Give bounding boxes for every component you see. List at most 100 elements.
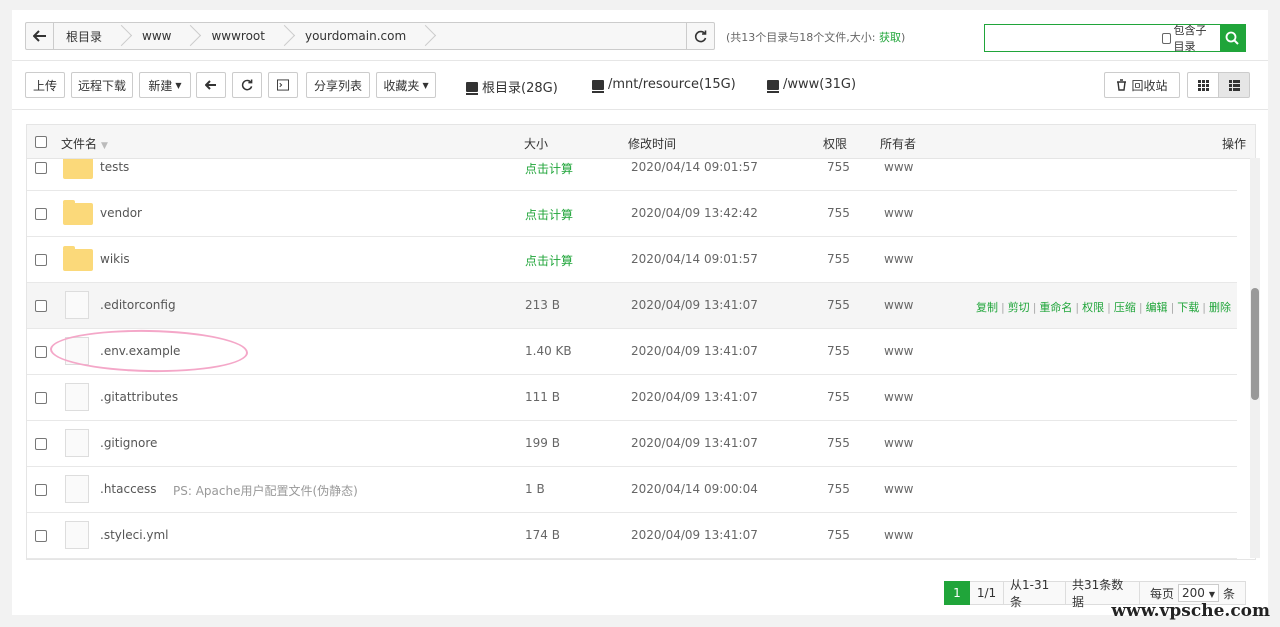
file-name[interactable]: vendor xyxy=(100,206,142,220)
page-current[interactable]: 1 xyxy=(944,581,970,605)
op-cut[interactable]: 剪切 xyxy=(1008,301,1030,314)
table-row[interactable]: vendor 点击计算 2020/04/09 13:42:42 755 www xyxy=(27,191,1237,237)
row-checkbox[interactable] xyxy=(35,346,47,358)
address-fill[interactable] xyxy=(434,23,686,49)
file-perm[interactable]: 755 xyxy=(827,298,850,312)
back-arrow-icon xyxy=(205,80,216,90)
op-separator: | xyxy=(1032,301,1037,314)
op-download[interactable]: 下载 xyxy=(1177,301,1199,314)
summary-text: (共13个目录与18个文件,大小: xyxy=(726,31,876,44)
row-checkbox[interactable] xyxy=(35,438,47,450)
grid-view-button[interactable] xyxy=(1187,72,1219,98)
share-list-button[interactable]: 分享列表 xyxy=(306,72,370,98)
file-perm[interactable]: 755 xyxy=(827,344,850,358)
include-subdir-option[interactable]: 包含子目录 xyxy=(1162,24,1220,53)
table-row[interactable]: tests 点击计算 2020/04/14 09:01:57 755 www xyxy=(27,159,1237,191)
directory-summary: (共13个目录与18个文件,大小: 获取) xyxy=(726,29,905,45)
terminal-icon xyxy=(277,79,289,91)
search-button[interactable] xyxy=(1219,25,1245,51)
table-row[interactable]: .gitignore 199 B 2020/04/09 13:41:07 755… xyxy=(27,421,1237,467)
get-size-link[interactable]: 获取 xyxy=(879,31,901,44)
address-bar[interactable]: 根目录 www wwwroot yourdomain.com xyxy=(25,22,715,50)
recycle-bin-label: 回收站 xyxy=(1131,78,1168,93)
file-mtime: 2020/04/14 09:01:57 xyxy=(631,252,758,266)
table-row[interactable]: .htaccess PS: Apache用户配置文件(伪静态) 1 B 2020… xyxy=(27,467,1237,513)
row-checkbox[interactable] xyxy=(35,392,47,404)
refresh-button[interactable] xyxy=(232,72,262,98)
file-owner: www xyxy=(884,344,914,358)
file-mtime: 2020/04/09 13:41:07 xyxy=(631,390,758,404)
file-perm[interactable]: 755 xyxy=(827,252,850,266)
table-row[interactable]: .editorconfig 213 B 2020/04/09 13:41:07 … xyxy=(27,283,1237,329)
header-name[interactable]: 文件名 ▼ xyxy=(61,135,108,152)
op-edit[interactable]: 编辑 xyxy=(1146,301,1168,314)
search-input[interactable] xyxy=(985,25,1162,51)
folder-icon xyxy=(63,200,93,225)
op-rename[interactable]: 重命名 xyxy=(1039,301,1072,314)
file-owner: www xyxy=(884,436,914,450)
recycle-bin-button[interactable]: 回收站 xyxy=(1104,72,1180,98)
file-name[interactable]: wikis xyxy=(100,252,130,266)
refresh-icon[interactable] xyxy=(686,23,714,49)
breadcrumb-domain[interactable]: yourdomain.com xyxy=(293,23,424,49)
list-view-button[interactable] xyxy=(1218,72,1250,98)
per-page-select[interactable]: 200 ▼ xyxy=(1177,584,1220,602)
calc-size-link[interactable]: 点击计算 xyxy=(525,160,573,177)
file-perm[interactable]: 755 xyxy=(827,436,850,450)
header-mtime[interactable]: 修改时间 xyxy=(628,135,676,152)
grid-icon xyxy=(1197,79,1209,91)
row-checkbox[interactable] xyxy=(35,300,47,312)
op-permission[interactable]: 权限 xyxy=(1082,301,1104,314)
table-scrollbar[interactable] xyxy=(1250,158,1260,558)
table-row[interactable]: .styleci.yml 174 B 2020/04/09 13:41:07 7… xyxy=(27,513,1237,559)
new-dropdown-button[interactable]: 新建 ▼ xyxy=(139,72,191,98)
file-perm[interactable]: 755 xyxy=(827,528,850,542)
upload-button[interactable]: 上传 xyxy=(25,72,65,98)
file-perm[interactable]: 755 xyxy=(827,390,850,404)
file-mtime: 2020/04/09 13:41:07 xyxy=(631,298,758,312)
caret-down-icon: ▼ xyxy=(422,80,429,90)
file-name[interactable]: tests xyxy=(100,160,129,174)
row-checkbox[interactable] xyxy=(35,530,47,542)
file-perm[interactable]: 755 xyxy=(827,482,850,496)
row-checkbox[interactable] xyxy=(35,162,47,174)
row-checkbox[interactable] xyxy=(35,208,47,220)
header-size[interactable]: 大小 xyxy=(524,135,548,152)
file-perm[interactable]: 755 xyxy=(827,160,850,174)
file-perm[interactable]: 755 xyxy=(827,206,850,220)
watermark: www.vpsche.com xyxy=(1111,601,1270,621)
refresh-icon xyxy=(241,79,253,91)
header-owner[interactable]: 所有者 xyxy=(880,135,916,152)
scrollbar-thumb[interactable] xyxy=(1251,288,1259,400)
disk-www[interactable]: /www(31G) xyxy=(767,77,856,93)
disk-root[interactable]: 根目录(28G) xyxy=(466,77,558,96)
list-icon xyxy=(1228,79,1240,91)
file-name[interactable]: .gitattributes xyxy=(100,390,178,404)
file-name[interactable]: .editorconfig xyxy=(100,298,176,312)
row-checkbox[interactable] xyxy=(35,484,47,496)
disk-mnt-resource[interactable]: /mnt/resource(15G) xyxy=(592,77,736,93)
calc-size-link[interactable]: 点击计算 xyxy=(525,206,573,223)
back-button[interactable] xyxy=(196,72,226,98)
table-row[interactable]: .gitattributes 111 B 2020/04/09 13:41:07… xyxy=(27,375,1237,421)
file-size: 111 B xyxy=(525,390,560,404)
row-checkbox[interactable] xyxy=(35,254,47,266)
op-copy[interactable]: 复制 xyxy=(976,301,998,314)
remote-download-button[interactable]: 远程下载 xyxy=(71,72,133,98)
file-name[interactable]: .styleci.yml xyxy=(100,528,168,542)
op-delete[interactable]: 删除 xyxy=(1209,301,1231,314)
include-subdir-checkbox[interactable] xyxy=(1162,32,1171,44)
calc-size-link[interactable]: 点击计算 xyxy=(525,252,573,269)
file-name[interactable]: .gitignore xyxy=(100,436,157,450)
file-mtime: 2020/04/14 09:01:57 xyxy=(631,160,758,174)
breadcrumb-root[interactable]: 根目录 xyxy=(54,23,120,49)
table-row[interactable]: wikis 点击计算 2020/04/14 09:01:57 755 www xyxy=(27,237,1237,283)
file-name[interactable]: .htaccess xyxy=(100,482,157,496)
op-compress[interactable]: 压缩 xyxy=(1114,301,1136,314)
select-all-checkbox[interactable] xyxy=(35,136,47,148)
back-arrow-icon[interactable] xyxy=(26,23,54,49)
favorites-dropdown-button[interactable]: 收藏夹 ▼ xyxy=(376,72,436,98)
breadcrumb-wwwroot[interactable]: wwwroot xyxy=(199,23,283,49)
header-perm[interactable]: 权限 xyxy=(823,135,847,152)
terminal-button[interactable] xyxy=(268,72,298,98)
